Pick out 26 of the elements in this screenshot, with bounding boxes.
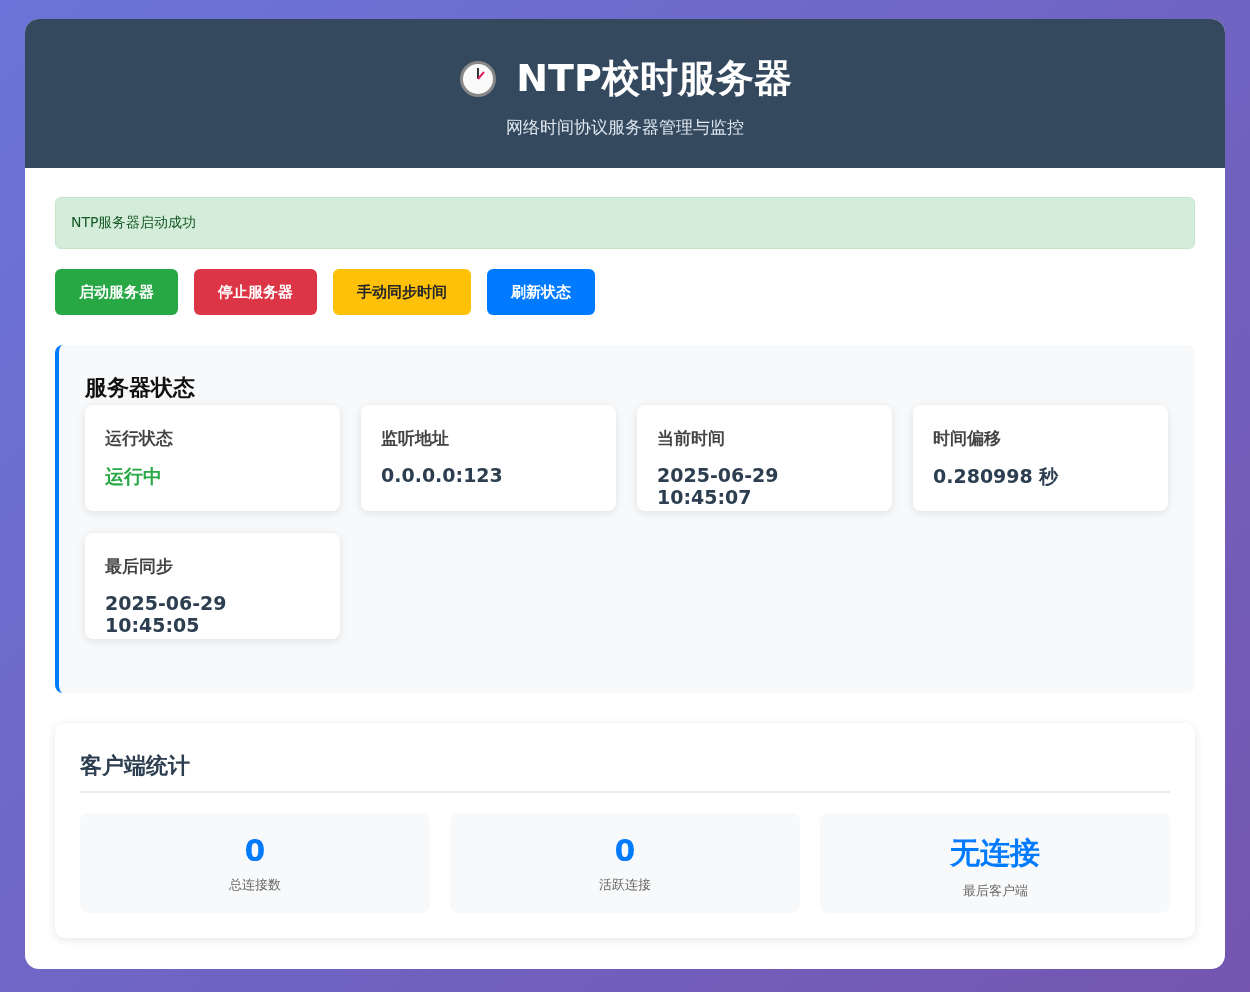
stat-value: 0 [244,833,266,868]
status-value: 0.0.0.0:123 [381,464,504,486]
status-label: 监听地址 [381,427,450,450]
action-button[interactable]: 停止服务器 [194,269,317,315]
action-button[interactable]: 手动同步时间 [333,269,471,315]
status-value: 运行中 [105,464,163,489]
action-button[interactable]: 刷新状态 [487,269,595,315]
status-label: 当前时间 [657,427,726,450]
status-label: 运行状态 [105,427,174,450]
stat-label: 最后客户端 [962,882,1028,900]
status-value: 2025-06-29 10:45:07 [657,464,780,508]
stat-value: 0 [614,833,636,868]
page-title: NTP校时服务器 [516,55,792,102]
page-subtitle: 网络时间协议服务器管理与监控 [506,116,744,139]
status-value: 2025-06-29 10:45:05 [105,592,228,636]
stat-value: 无连接 [950,834,1040,872]
status-label: 最后同步 [105,555,174,578]
status-value: 0.280998 秒 [933,464,1060,489]
clock-icon [458,58,499,99]
action-button[interactable]: 启动服务器 [55,269,178,315]
success-alert: NTP服务器启动成功 [55,197,1195,249]
section-title: 客户端统计 [80,751,1170,793]
section-title: 服务器状态 [85,374,196,402]
stat-label: 活跃连接 [599,876,651,894]
stat-label: 总连接数 [229,876,281,894]
status-label: 时间偏移 [933,427,1002,450]
